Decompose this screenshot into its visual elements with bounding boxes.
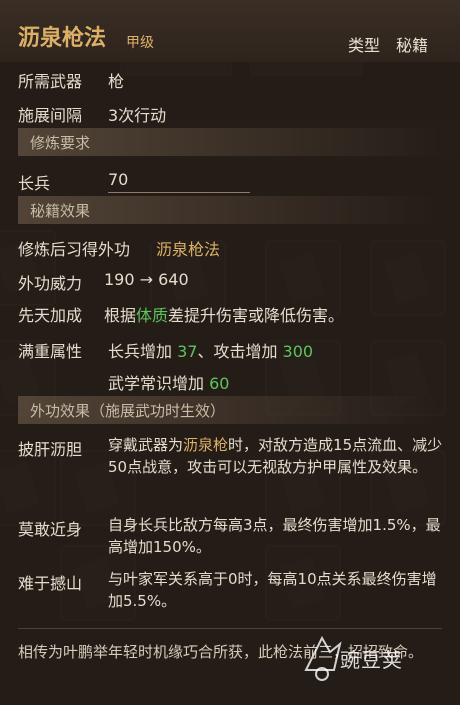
weapon-value: 枪 [108, 72, 125, 91]
max-line-1-b: 37 [177, 342, 198, 361]
learn-value: 沥泉枪法 [156, 240, 221, 259]
interval-label: 施展间隔 [18, 106, 83, 125]
section-effects: 秘籍效果 [18, 196, 438, 224]
max-line-2-b: 60 [209, 374, 230, 393]
power-label: 外功威力 [18, 274, 83, 293]
innate-prefix: 根据 [104, 306, 137, 325]
skill-name: 莫敢近身 [18, 520, 83, 539]
tooltip-header: 沥泉枪法 甲级 类型 秘籍 [0, 0, 460, 62]
requirement-underline [108, 192, 250, 193]
footer-divider [18, 628, 442, 629]
max-label: 满重属性 [18, 342, 83, 361]
type-value: 秘籍 [396, 36, 429, 55]
item-title: 沥泉枪法 [18, 26, 107, 51]
skill-desc: 穿戴武器为沥泉枪时，对敌方造成15点流血、减少50点战意，攻击可以无视敌方护甲属… [108, 434, 448, 478]
section-effects-title: 秘籍效果 [30, 202, 91, 220]
innate-label: 先天加成 [18, 306, 83, 325]
skill-desc: 自身长兵比敌方每高3点，最终伤害增加1.5%，最高增加150%。 [108, 516, 441, 556]
section-skill-effects-title: 外功效果（施展武功时生效） [30, 402, 226, 420]
max-line-2-a: 武学常识增加 [108, 374, 210, 393]
skill-name: 难于撼山 [18, 574, 83, 593]
innate-suffix: 差提升伤害或降低伤害。 [168, 306, 345, 325]
item-tooltip-panel: 沥泉枪法 甲级 类型 秘籍 所需武器 枪 施展间隔 3次行动 修炼要求 长兵 7… [0, 0, 460, 705]
watermark-text: 豌豆荚 [340, 648, 403, 672]
requirement-label: 长兵 [18, 174, 51, 193]
power-value: 190 → 640 [104, 270, 189, 289]
learn-label: 修炼后习得外功 [18, 240, 131, 259]
max-line-1-d: 300 [282, 342, 314, 361]
section-requirement: 修炼要求 [18, 128, 438, 156]
skill-desc-a: 穿戴武器为 [108, 436, 184, 454]
weapon-label: 所需武器 [18, 72, 83, 91]
max-line-1: 长兵增加 37、攻击增加 300 [108, 338, 313, 362]
requirement-value: 70 [108, 170, 129, 189]
section-skill-effects: 外功效果（施展武功时生效） [18, 396, 438, 424]
section-requirement-title: 修炼要求 [30, 134, 91, 152]
interval-value: 3次行动 [108, 106, 167, 125]
item-grade: 甲级 [126, 35, 154, 51]
type-label: 类型 [348, 36, 381, 55]
max-line-2: 武学常识增加 60 [108, 370, 229, 394]
innate-highlight: 体质 [136, 306, 169, 325]
innate-value: 根据体质差提升伤害或降低伤害。 [104, 302, 344, 326]
skill-desc-highlight: 沥泉枪 [183, 436, 229, 454]
skill-desc: 与叶家军关系高于0时，每高10点关系最终伤害增加5.5%。 [108, 570, 437, 610]
max-line-1-a: 长兵增加 [108, 342, 178, 361]
skill-name: 披肝沥胆 [18, 440, 83, 459]
max-line-1-c: 、攻击增加 [197, 342, 283, 361]
